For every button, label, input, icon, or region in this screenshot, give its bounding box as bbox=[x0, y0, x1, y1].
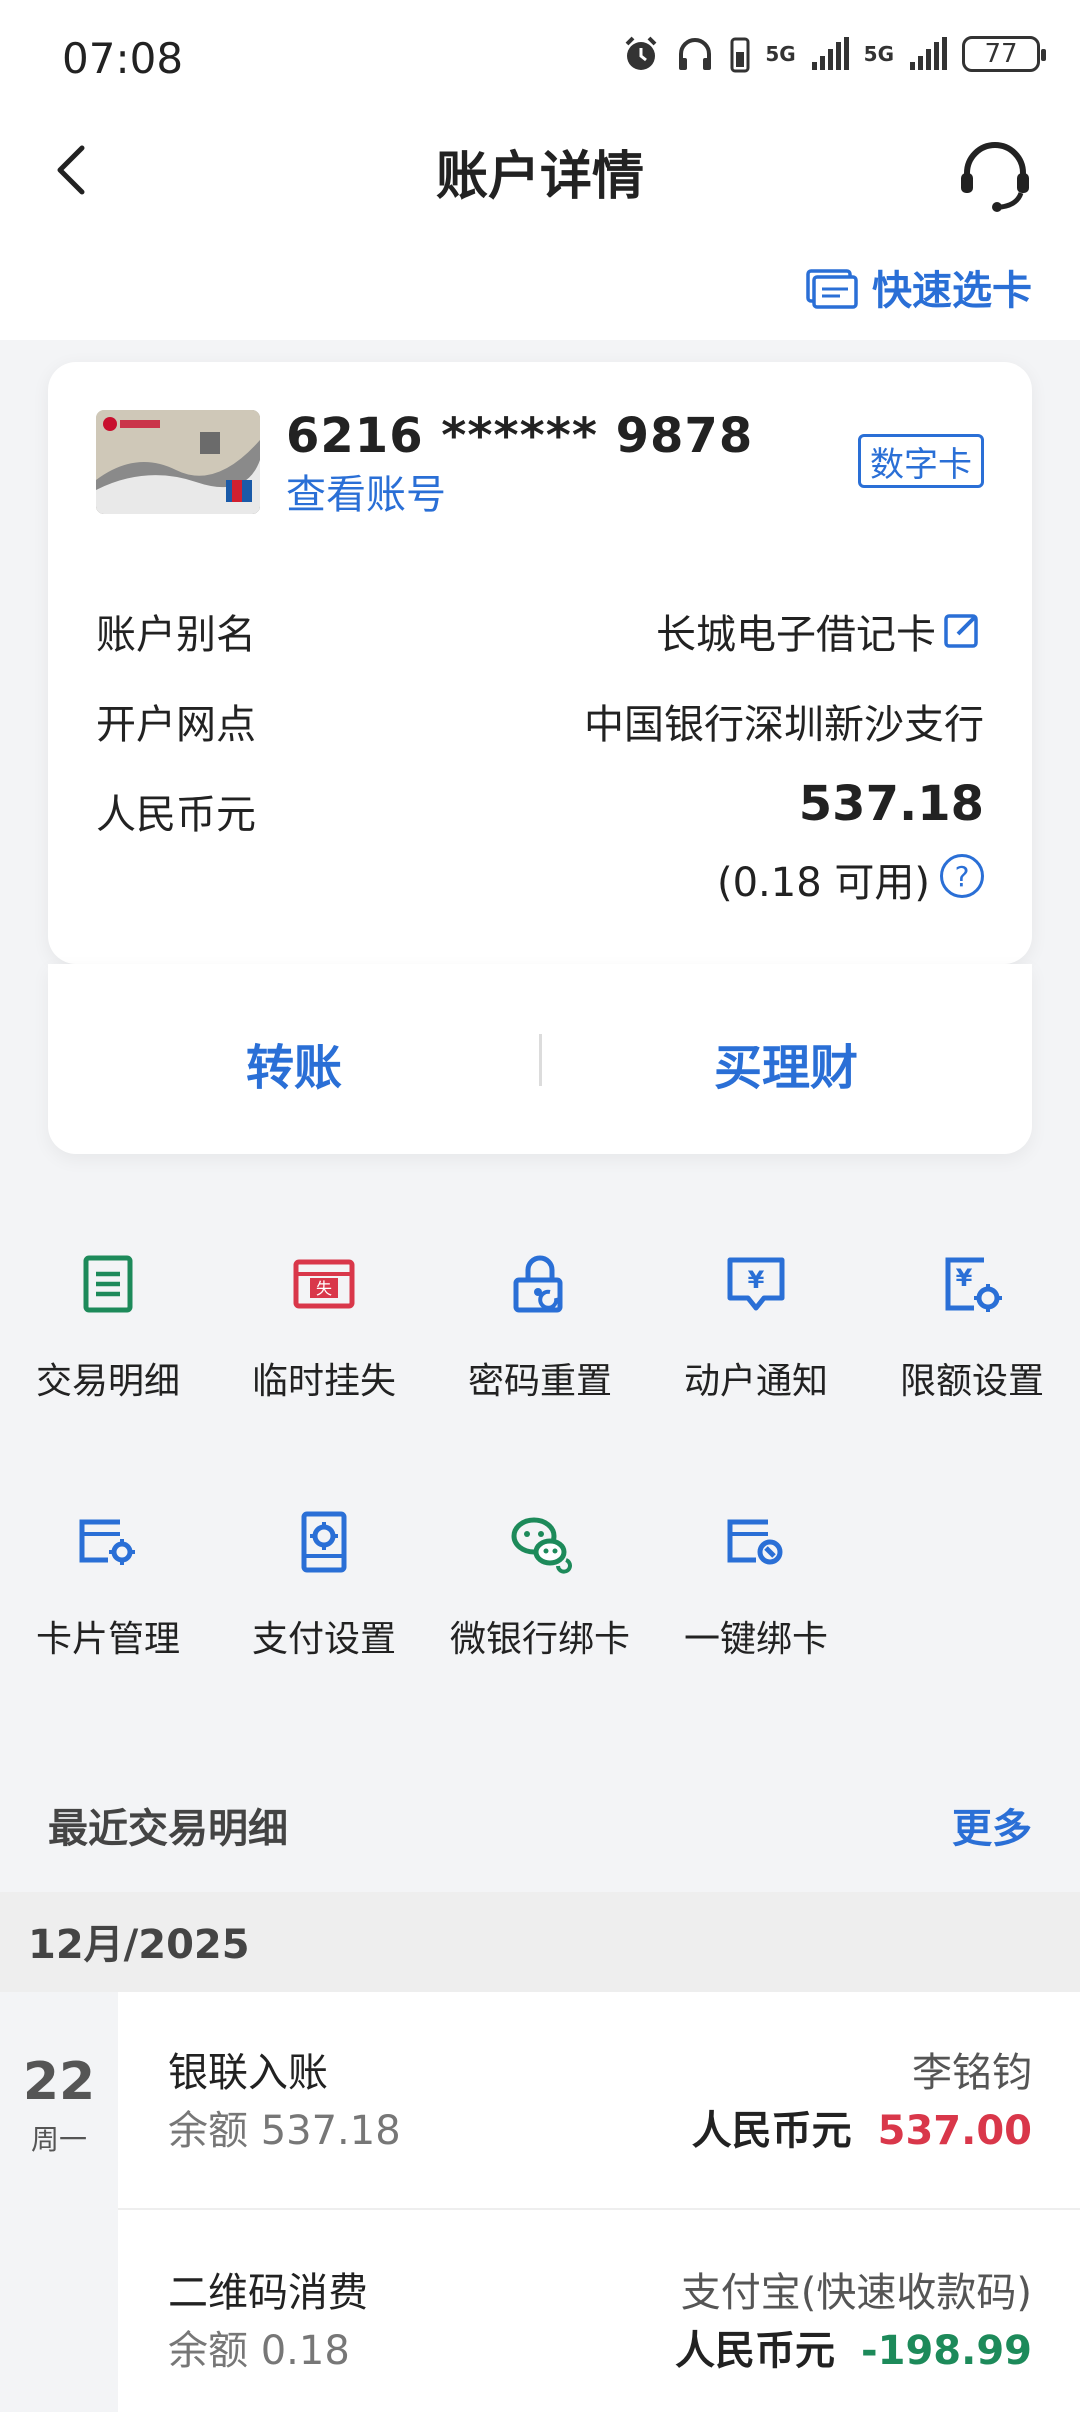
feature-one-click-bind[interactable]: 一键绑卡 bbox=[648, 1510, 864, 1680]
divider bbox=[118, 2208, 1080, 2210]
recent-transactions-title: 最近交易明细 bbox=[48, 1806, 288, 1852]
feature-label: 密码重置 bbox=[467, 1361, 612, 1402]
status-time: 07:08 bbox=[62, 34, 184, 83]
svg-text:¥: ¥ bbox=[956, 1264, 973, 1292]
transaction-amount: 537.00 bbox=[877, 2108, 1032, 2154]
month-label: 12月/2025 bbox=[28, 1922, 250, 1968]
phone-battery-icon bbox=[730, 37, 750, 73]
feature-report-loss[interactable]: 失 临时挂失 bbox=[216, 1252, 432, 1422]
signal-icon-1 bbox=[811, 37, 849, 70]
headset-icon bbox=[961, 142, 1029, 212]
feature-password-reset[interactable]: 密码重置 bbox=[432, 1252, 648, 1422]
signal-5g-label-1: 5G bbox=[765, 42, 796, 66]
buy-wealth-button[interactable]: 买理财 bbox=[714, 1028, 858, 1098]
transaction-party: 李铭钧 bbox=[912, 2050, 1032, 2096]
feature-label: 临时挂失 bbox=[251, 1361, 396, 1402]
help-icon[interactable]: ? bbox=[940, 854, 984, 898]
feature-label: 交易明细 bbox=[35, 1361, 180, 1402]
cards-icon bbox=[806, 269, 858, 309]
signal-5g-label-2: 5G bbox=[863, 42, 894, 66]
feature-label: 微银行绑卡 bbox=[449, 1619, 630, 1660]
more-link[interactable]: 更多 bbox=[952, 1796, 1032, 1854]
quick-select-card-button[interactable]: 快速选卡 bbox=[806, 258, 1032, 316]
feature-limit-settings[interactable]: ¥ 限额设置 bbox=[864, 1252, 1080, 1422]
headphones-icon bbox=[679, 38, 712, 70]
action-divider bbox=[539, 1034, 542, 1086]
document-list-icon bbox=[83, 1255, 133, 1313]
branch-label: 开户网点 bbox=[96, 702, 256, 748]
yuan-message-icon: ¥ bbox=[727, 1257, 785, 1311]
status-icons: 5G 5G 77 bbox=[621, 34, 1046, 74]
battery-level: 77 bbox=[984, 39, 1018, 69]
weekday: 周一 bbox=[30, 2123, 87, 2156]
great-wall-card-art bbox=[96, 410, 260, 514]
lock-reset-icon bbox=[513, 1255, 563, 1313]
transaction-amount-row: 人民币元 -198.99 bbox=[675, 2318, 1032, 2376]
signal-icon-2 bbox=[910, 37, 947, 70]
transaction-balance: 余额 0.18 bbox=[168, 2328, 350, 2374]
feature-wechat-bind[interactable]: 微银行绑卡 bbox=[432, 1510, 648, 1680]
transfer-button[interactable]: 转账 bbox=[246, 1028, 342, 1098]
svg-text:失: 失 bbox=[316, 1279, 332, 1298]
payment-settings-icon bbox=[301, 1511, 347, 1573]
balance-amount: 537.18 bbox=[798, 776, 984, 832]
bank-card-image bbox=[96, 410, 260, 514]
card-lost-icon: 失 bbox=[293, 1259, 355, 1309]
currency-label: 人民币元 bbox=[96, 792, 256, 838]
svg-text:¥: ¥ bbox=[748, 1266, 765, 1294]
alias-label: 账户别名 bbox=[96, 612, 256, 658]
transaction-party: 支付宝(快速收款码) bbox=[680, 2270, 1032, 2316]
transaction-title[interactable]: 银联入账 bbox=[168, 2040, 328, 2098]
transaction-amount-row: 人民币元 537.00 bbox=[692, 2098, 1032, 2156]
branch-value: 中国银行深圳新沙支行 bbox=[584, 702, 984, 748]
day-number: 22 bbox=[22, 2052, 96, 2112]
wechat-icon bbox=[511, 1517, 572, 1574]
yuan-settings-icon: ¥ bbox=[945, 1257, 1002, 1312]
alias-value: 长城电子借记卡 bbox=[656, 612, 936, 658]
edit-icon bbox=[944, 614, 978, 648]
feature-label: 支付设置 bbox=[251, 1619, 396, 1660]
transaction-title[interactable]: 二维码消费 bbox=[168, 2260, 368, 2318]
feature-payment-settings[interactable]: 支付设置 bbox=[216, 1510, 432, 1680]
feature-label: 一键绑卡 bbox=[683, 1619, 828, 1660]
quick-select-label: 快速选卡 bbox=[872, 268, 1032, 314]
card-settings-icon bbox=[79, 1519, 135, 1565]
available-balance: (0.18 可用) bbox=[717, 860, 930, 906]
customer-service-button[interactable] bbox=[955, 135, 1035, 215]
feature-label: 限额设置 bbox=[899, 1361, 1044, 1402]
feature-account-notification[interactable]: ¥ 动户通知 bbox=[648, 1252, 864, 1422]
alarm-icon bbox=[625, 36, 657, 70]
transaction-amount: -198.99 bbox=[861, 2328, 1032, 2374]
feature-card-management[interactable]: 卡片管理 bbox=[0, 1510, 216, 1680]
feature-transaction-details[interactable]: 交易明细 bbox=[0, 1252, 216, 1422]
transaction-currency: 人民币元 bbox=[675, 2328, 836, 2374]
feature-label: 动户通知 bbox=[683, 1361, 828, 1402]
battery-indicator: 77 bbox=[962, 36, 1046, 72]
digital-card-badge: 数字卡 bbox=[858, 434, 984, 488]
card-link-icon bbox=[727, 1519, 783, 1565]
page-title: 账户详情 bbox=[435, 147, 644, 207]
feature-label: 卡片管理 bbox=[35, 1619, 180, 1660]
transaction-balance: 余额 537.18 bbox=[168, 2108, 401, 2154]
edit-alias-button[interactable] bbox=[942, 610, 982, 650]
view-account-number-link[interactable]: 查看账号 bbox=[286, 462, 446, 520]
card-number: 6216 ****** 9878 bbox=[286, 408, 754, 464]
transaction-currency: 人民币元 bbox=[691, 2108, 852, 2154]
